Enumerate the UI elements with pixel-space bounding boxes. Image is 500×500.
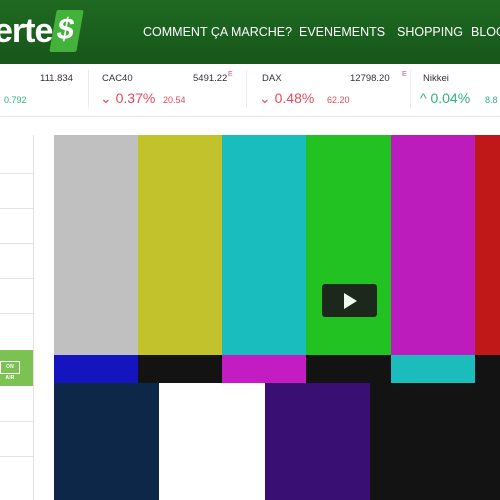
ticker-percent-dax: ⌄ 0.48% [259,90,314,107]
market-ticker: 111.834 0.792 CAC40 5491.22 E ⌄ 0.37% 20… [0,64,500,117]
ticker-exchange-flag: E [402,71,407,78]
sidebar-row-divider [0,208,33,209]
nav-blog[interactable]: BLOG [471,25,500,39]
color-bar [475,355,500,383]
color-bar [265,383,370,500]
video-player[interactable] [54,135,500,500]
ticker-percent-value: 0.04% [430,90,471,106]
site-header: erte $ COMMENT ÇA MARCHE? EVENEMENTS SHO… [0,0,500,64]
sidebar-row-divider [0,456,33,457]
color-bar [306,135,391,355]
nav-shopping[interactable]: SHOPPING [397,25,463,39]
ticker-change: 8.8 [485,95,498,105]
play-icon [344,293,357,309]
color-bar [391,135,475,355]
sidebar-row-divider [0,173,33,174]
ticker-change: 62.20 [327,95,350,105]
sidebar-row-divider [0,243,33,244]
channel-sidebar [0,135,34,500]
logo-dollar-badge: $ [49,10,84,52]
color-bar [222,355,306,383]
down-arrow-icon: ⌄ [100,90,112,106]
color-bar [475,135,500,355]
ticker-percent-value: 0.37% [115,90,156,106]
ticker-percent-cac40: ⌄ 0.37% [100,90,155,107]
color-bar [159,383,265,500]
sidebar-row-divider [0,313,33,314]
ticker-change: 0.792 [4,95,27,105]
color-bar [138,135,222,355]
ticker-price: 5491.22 [193,73,228,84]
ticker-name-dax[interactable]: DAX [262,73,282,84]
color-bar [370,383,500,500]
nav-comment-ca-marche[interactable]: COMMENT ÇA MARCHE? [143,25,292,39]
sidebar-row-divider [0,278,33,279]
ticker-divider [246,70,247,108]
ticker-name-cac40[interactable]: CAC40 [102,73,133,84]
ticker-divider [88,70,89,108]
color-bar [138,355,222,383]
ticker-percent-nikkei: ^ 0.04% [420,90,470,106]
up-arrow-icon: ^ [420,90,427,106]
on-air-badge: ON AIR [0,361,20,381]
color-bar [54,383,159,500]
ticker-name-nikkei[interactable]: Nikkei [423,73,449,84]
ticker-price: 111.834 [40,73,73,84]
ticker-change: 20.54 [163,95,186,105]
sidebar-row-divider [0,421,33,422]
down-arrow-icon: ⌄ [259,90,271,106]
play-button[interactable] [322,284,377,317]
color-bar [306,355,391,383]
color-bar [222,135,306,355]
ticker-exchange-flag: E [228,71,233,78]
color-bar [54,355,138,383]
ticker-percent-value: 0.48% [274,90,315,106]
site-logo[interactable]: erte $ [0,9,84,53]
ticker-price: 12798.20 [350,73,390,84]
logo-text: erte [0,11,53,50]
color-bar [54,135,138,355]
nav-evenements[interactable]: EVENEMENTS [299,25,385,39]
color-bar [391,355,475,383]
ticker-divider [410,70,411,108]
